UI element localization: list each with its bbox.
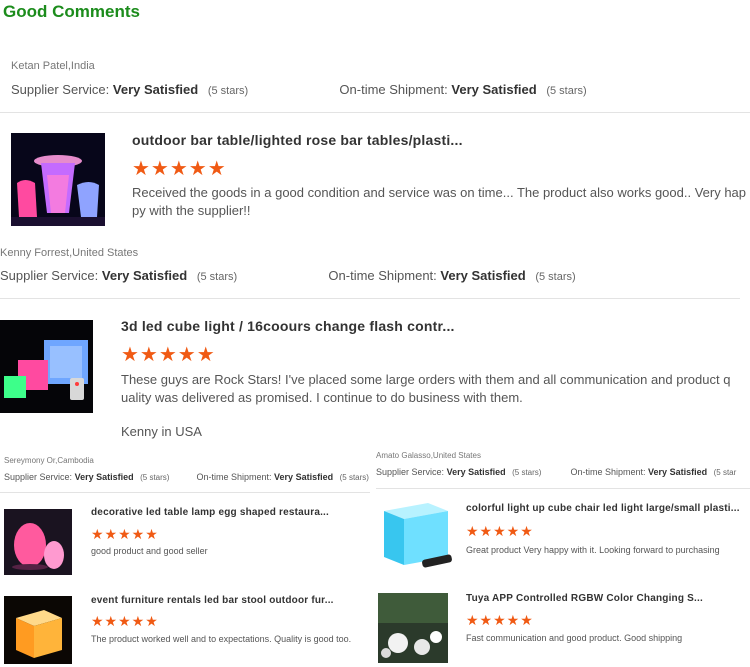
shipment-label: On-time Shipment: — [328, 268, 437, 283]
shipment-value: Very Satisfied — [274, 472, 334, 482]
shipment-label: On-time Shipment: — [339, 82, 448, 97]
review-comment: Great product Very happy with it. Lookin… — [466, 545, 720, 555]
star-rating: ★★★★★ — [132, 158, 227, 180]
shipment-stars: (5 stars) — [546, 85, 587, 97]
supplier-service-stars: (5 stars) — [512, 468, 542, 477]
led-cube-image — [0, 320, 93, 413]
review-comment: The product worked well and to expectati… — [91, 634, 352, 644]
product-thumbnail[interactable] — [378, 499, 454, 575]
shipment-value: Very Satisfied — [451, 82, 537, 97]
supplier-service-stars: (5 stars) — [207, 85, 249, 97]
shipment-label: On-time Shipment: — [196, 472, 272, 482]
shipment-stars: (5 stars) — [339, 473, 369, 482]
supplier-service-value: Very Satisfied — [74, 472, 134, 482]
reviewer-name: Sereymony Or,Cambodia — [4, 456, 94, 465]
divider — [376, 488, 750, 489]
garden-light-balls-image — [378, 593, 448, 663]
product-thumbnail[interactable] — [4, 596, 72, 664]
reviewer-name: Kenny Forrest,United States — [0, 247, 139, 259]
reviewer-name: Amato Galasso,United States — [376, 451, 481, 460]
supplier-service-label: Supplier Service: — [4, 472, 73, 482]
product-title-link[interactable]: 3d led cube light / 16coours change flas… — [121, 318, 455, 334]
glowing-bar-table-image — [11, 133, 105, 226]
rating-line: Supplier Service: Very Satisfied (5 star… — [4, 472, 369, 482]
star-rating: ★★★★★ — [466, 523, 534, 539]
product-thumbnail[interactable] — [11, 133, 105, 226]
star-rating: ★★★★★ — [121, 344, 216, 366]
product-title-link[interactable]: decorative led table lamp egg shaped res… — [91, 507, 329, 518]
product-title-link[interactable]: Tuya APP Controlled RGBW Color Changing … — [466, 593, 703, 604]
shipment-value: Very Satisfied — [440, 268, 526, 283]
light-up-cube-chair-image — [378, 499, 454, 575]
product-title-link[interactable]: outdoor bar table/lighted rose bar table… — [132, 132, 463, 148]
star-rating: ★★★★★ — [466, 612, 534, 628]
star-rating: ★★★★★ — [91, 526, 159, 542]
product-thumbnail[interactable] — [378, 593, 448, 663]
supplier-service-stars: (5 stars) — [140, 473, 170, 482]
product-title-link[interactable]: event furniture rentals led bar stool ou… — [91, 595, 334, 606]
product-title-link[interactable]: colorful light up cube chair led light l… — [466, 503, 740, 514]
divider — [0, 492, 370, 493]
glowing-cube-stool-image — [4, 596, 72, 664]
divider — [0, 112, 750, 113]
divider — [0, 298, 740, 299]
review-comment: These guys are Rock Stars! I've placed s… — [121, 372, 731, 405]
rating-line: Supplier Service: Very Satisfied (5 star… — [11, 82, 587, 97]
review-comment: Received the goods in a good condition a… — [132, 185, 747, 218]
shipment-stars: (5 star — [713, 468, 737, 477]
shipment-label: On-time Shipment: — [570, 467, 646, 477]
review-comment: good product and good seller — [91, 546, 208, 556]
supplier-service-label: Supplier Service: — [11, 82, 110, 97]
review-comment: Fast communication and good product. Goo… — [466, 633, 683, 643]
section-title: Good Comments — [3, 2, 140, 21]
supplier-service-value: Very Satisfied — [112, 82, 199, 97]
supplier-service-label: Supplier Service: — [376, 467, 445, 477]
supplier-service-label: Supplier Service: — [0, 268, 99, 283]
shipment-value: Very Satisfied — [648, 467, 708, 477]
reviewer-name: Ketan Patel,India — [11, 60, 95, 72]
rating-line: Supplier Service: Very Satisfied (5 star… — [0, 268, 576, 283]
supplier-service-value: Very Satisfied — [446, 467, 506, 477]
rating-line: Supplier Service: Very Satisfied (5 star… — [376, 467, 736, 477]
product-thumbnail[interactable] — [4, 509, 72, 575]
egg-lamp-image — [4, 509, 72, 575]
star-rating: ★★★★★ — [91, 613, 159, 629]
shipment-stars: (5 stars) — [535, 271, 576, 283]
product-thumbnail[interactable] — [0, 320, 93, 413]
supplier-service-stars: (5 stars) — [196, 271, 238, 283]
review-signature: Kenny in USA — [121, 424, 202, 439]
supplier-service-value: Very Satisfied — [101, 268, 188, 283]
